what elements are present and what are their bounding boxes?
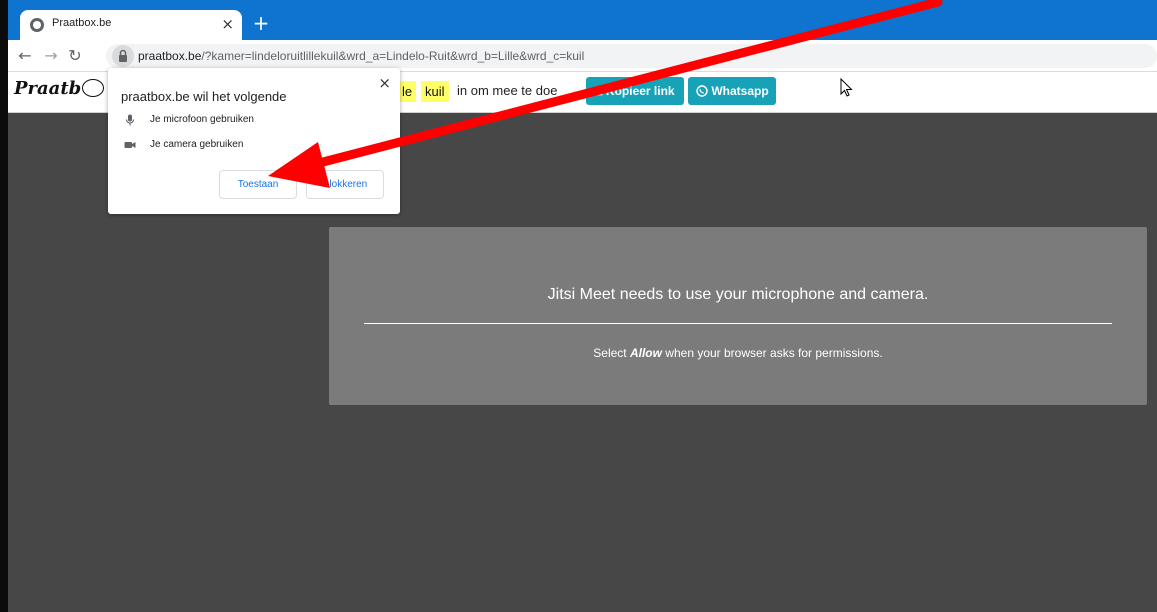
permission-popup: × praatbox.be wil het volgende Je microf… xyxy=(108,68,400,214)
permission-title: Jitsi Meet needs to use your microphone … xyxy=(547,286,929,303)
lock-icon[interactable] xyxy=(112,45,134,67)
word-b-highlight: le xyxy=(398,81,417,102)
mouse-cursor-icon xyxy=(840,78,853,97)
permission-overlay: Jitsi Meet needs to use your microphone … xyxy=(329,227,1147,405)
address-bar[interactable]: praatbox.be/?kamer=lindeloruitlillekuil&… xyxy=(106,44,1157,68)
permission-divider xyxy=(364,323,1112,324)
popup-title: praatbox.be wil het volgende xyxy=(121,89,287,104)
globe-icon xyxy=(30,18,44,32)
microphone-label: Je microfoon gebruiken xyxy=(150,114,254,125)
whatsapp-button[interactable]: Whatsapp xyxy=(688,77,776,105)
tab-close-icon[interactable]: × xyxy=(221,15,234,33)
block-button[interactable]: Blokkeren xyxy=(306,170,384,199)
whatsapp-icon xyxy=(696,85,708,97)
camera-icon xyxy=(124,142,136,148)
back-arrow-icon[interactable]: ← xyxy=(14,45,36,67)
close-icon[interactable]: × xyxy=(378,74,391,92)
forward-arrow-icon[interactable]: → xyxy=(40,45,62,67)
reload-icon[interactable]: ↻ xyxy=(64,45,86,67)
permission-subtext: Select Allow when your browser asks for … xyxy=(593,346,883,360)
instruction-text: in om mee te doe xyxy=(457,83,558,98)
tab-praatbox[interactable]: Praatbox.be × xyxy=(20,10,242,40)
url-text: praatbox.be/?kamer=lindeloruitlillekuil&… xyxy=(138,49,585,63)
microphone-icon xyxy=(125,114,135,126)
tab-strip: Praatbox.be × + xyxy=(8,0,1157,40)
new-tab-button[interactable]: + xyxy=(248,11,274,37)
allow-button[interactable]: Toestaan xyxy=(219,170,297,199)
praatbox-logo: Praatb xyxy=(14,78,105,99)
logo-bubble-icon xyxy=(82,79,105,97)
camera-label: Je camera gebruiken xyxy=(150,139,244,150)
copy-link-button[interactable]: ⧉ Kopieer link xyxy=(586,77,684,105)
screen: Praatbox.be × + ← → ↻ praatbox.be/?kamer… xyxy=(0,0,1157,612)
tab-title: Praatbox.be xyxy=(52,17,112,29)
window-edge xyxy=(0,0,8,612)
copy-icon: ⧉ xyxy=(594,84,606,98)
word-c-highlight: kuil xyxy=(421,81,449,102)
